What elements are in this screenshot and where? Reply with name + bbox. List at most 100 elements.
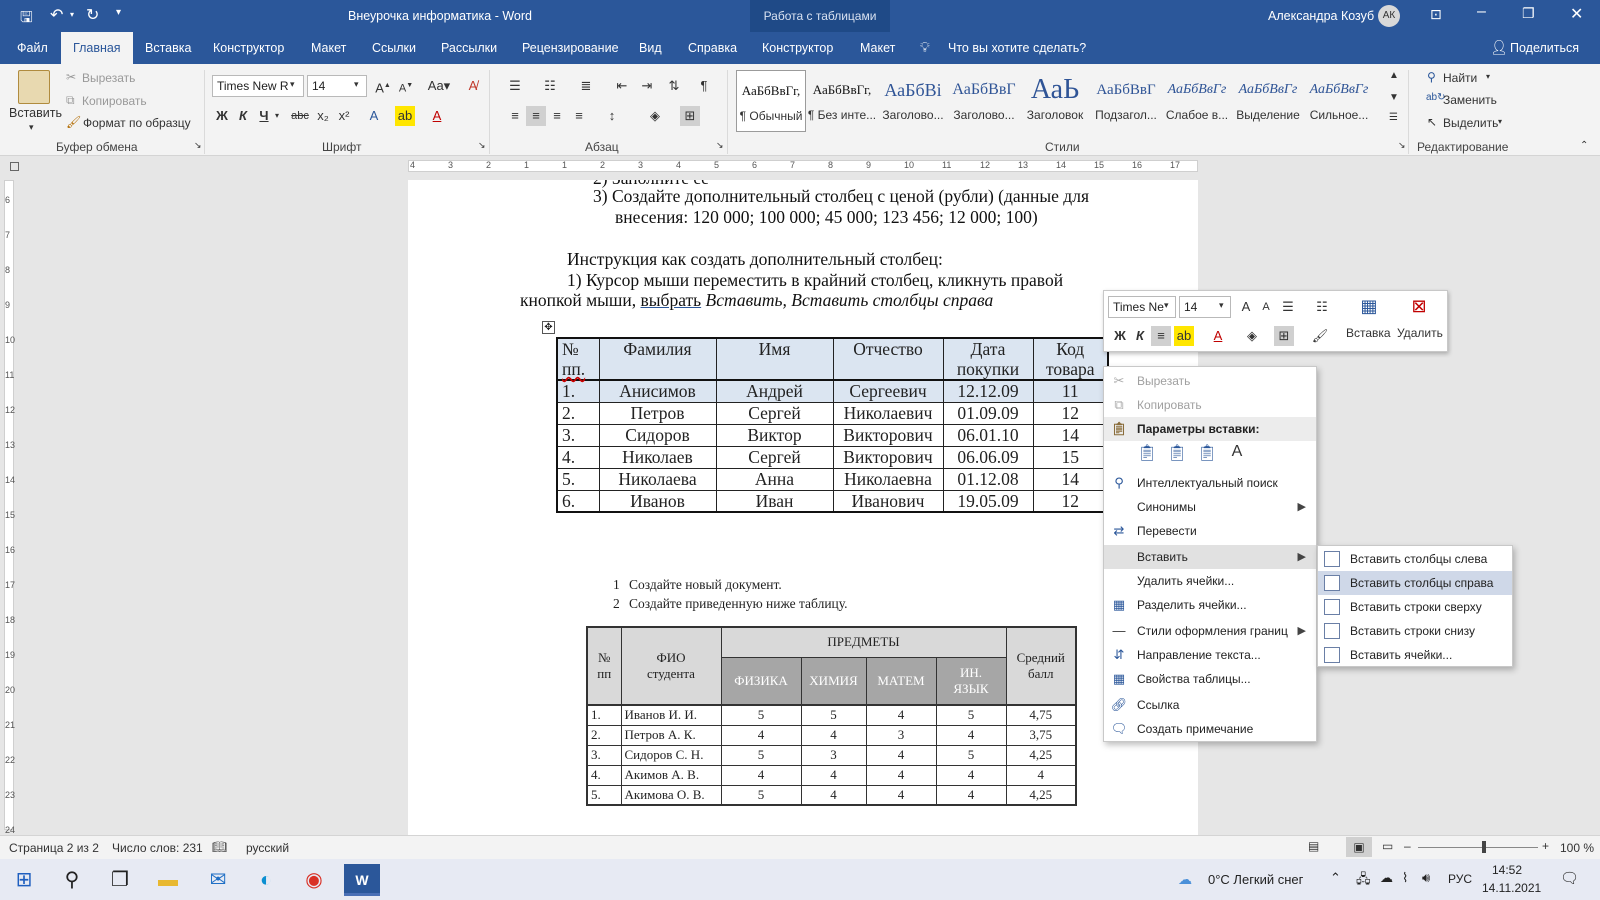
notifications-icon[interactable]: 🗨︎ [1560,869,1579,887]
borders-icon[interactable]: ⊞ [1274,326,1294,346]
tab-insert[interactable]: Вставка [143,32,193,64]
menu-item-insert[interactable]: Вставить ▶ [1104,545,1316,569]
tab-layout[interactable]: Макет [309,32,348,64]
highlight-color-icon[interactable]: ab [1174,326,1194,346]
table-cell[interactable]: 4 [865,784,937,806]
tab-table-layout[interactable]: Макет [858,32,897,64]
zoom-slider-thumb[interactable] [1482,841,1486,853]
table-header-cell[interactable]: № пп. [556,337,600,381]
table-cell[interactable]: 15 [1032,445,1109,469]
numbering-icon[interactable]: ☷ [1312,297,1332,317]
table-insert-icon[interactable]: ▦ [1356,296,1382,316]
user-name[interactable]: Александра Козуб [1268,9,1374,23]
paste-dropdown-icon[interactable]: ▾ [29,122,34,133]
table-cell[interactable]: 4 [935,784,1007,806]
file-explorer-icon[interactable]: ▬ [150,864,186,896]
menu-item-synonyms[interactable]: Синонимы ▶ [1104,495,1316,519]
decrease-indent-icon[interactable]: ⇤ [612,76,632,96]
table-header-cell[interactable]: ФИЗИКА [720,656,802,706]
justify-icon[interactable]: ≡ [569,106,589,126]
table-cell[interactable]: 2. [586,724,622,746]
menu-item-new-comment[interactable]: 🗨︎ Создать примечание [1104,717,1316,741]
find-button[interactable]: Найти [1443,71,1477,85]
tab-home[interactable]: Главная [61,32,133,64]
table-cell[interactable]: 4 [720,764,802,786]
table-header-cell[interactable]: Отчество [832,337,944,381]
menu-item-translate[interactable]: ⇄ Перевести [1104,519,1316,543]
table-header-cell[interactable]: ХИМИЯ [800,656,867,706]
table-cell[interactable]: Виктор [715,423,834,447]
table-cell[interactable]: 5 [800,704,867,726]
style-tile[interactable]: АаБбВвГг, ¶ Обычный [736,70,806,132]
superscript-button[interactable]: x² [334,106,354,126]
clipboard-launcher-icon[interactable]: ↘ [194,140,202,151]
style-tile[interactable]: АаЬ Заголовок [1020,70,1090,132]
table-cell[interactable]: 4 [800,784,867,806]
table-cell[interactable]: Анна [715,467,834,491]
select-button[interactable]: Выделить [1443,116,1498,130]
table-cell[interactable]: 11 [1032,379,1109,403]
table-cell[interactable]: Сергей [715,445,834,469]
table-cell[interactable]: 4 [865,744,937,766]
submenu-insert-columns-left[interactable]: Вставить столбцы слева [1318,547,1512,571]
weather-icon[interactable]: ☁ [1178,871,1192,888]
table-cell[interactable]: 3 [865,724,937,746]
submenu-insert-cells[interactable]: Вставить ячейки... [1318,643,1512,667]
font-size-dropdown-icon[interactable]: ▾ [354,79,359,90]
table-cell[interactable]: Сидоров С. Н. [620,744,722,766]
style-tile[interactable]: АаБбВвГг Выделение [1233,70,1303,132]
table-cell[interactable]: Анисимов [598,379,717,403]
paragraph-launcher-icon[interactable]: ↘ [716,140,724,151]
tab-review[interactable]: Рецензирование [520,32,621,64]
table-cell[interactable]: Викторович [832,445,944,469]
change-case-icon[interactable]: Aa▾ [424,76,454,96]
styles-more-icon[interactable]: ☰ [1389,112,1398,123]
table-cell[interactable]: Петров [598,401,717,425]
table-delete-icon[interactable]: ⊠ [1406,296,1432,316]
table-cell[interactable]: 5. [586,784,622,806]
cut-button[interactable]: Вырезать [82,71,135,85]
table-cell[interactable]: 3,75 [1005,724,1077,746]
print-layout-icon[interactable]: ▣ [1346,837,1372,857]
table-cell[interactable]: 4 [865,764,937,786]
mini-delete-button[interactable]: Удалить [1397,326,1443,340]
font-color-icon[interactable]: A [427,106,447,126]
vertical-ruler[interactable]: 6 7 8 9 10 11 12 13 14 15 16 17 18 19 20 21 22 23 24 [0,175,18,835]
table-cell[interactable]: Николаева [598,467,717,491]
paste-picture-icon[interactable]: 📋︎ [1194,443,1220,467]
clock-date[interactable]: 14.11.2021 [1482,881,1541,895]
style-tile[interactable]: АаБбВвГг Сильное... [1304,70,1374,132]
horizontal-ruler[interactable]: 4 3 2 1 1 2 3 4 5 6 7 8 9 10 11 12 13 14 15 16 17 [0,157,1600,175]
style-tile[interactable]: АаБбВвГг, ¶ Без инте... [807,70,877,132]
table-cell[interactable]: 5 [720,704,802,726]
table-cell[interactable]: Акимова О. В. [620,784,722,806]
find-dropdown-icon[interactable]: ▾ [1486,72,1490,81]
table-cell[interactable]: 3 [800,744,867,766]
menu-item-copy[interactable]: ⧉ Копировать [1104,393,1316,417]
table-cell[interactable]: 4 [1005,764,1077,786]
undo-dropdown-icon[interactable]: ▾ [70,10,74,19]
style-tile[interactable]: АаБбВвГг Слабое в... [1162,70,1232,132]
share-button[interactable]: Поделиться [1508,32,1581,64]
italic-button[interactable]: К [233,106,253,126]
table-cell[interactable]: 01.12.08 [942,467,1034,491]
tab-help[interactable]: Справка [686,32,739,64]
paste-text-only-icon[interactable]: A [1224,443,1250,467]
close-icon[interactable]: ✕ [1570,4,1583,24]
subscript-button[interactable]: x₂ [313,106,333,126]
table-header-cell[interactable]: Код товара [1032,337,1109,381]
highlight-color-icon[interactable]: ab [395,106,415,126]
style-tile[interactable]: АаБбВвГ Подзагол... [1091,70,1161,132]
italic-button[interactable]: К [1130,326,1150,346]
mini-insert-button[interactable]: Вставка [1346,326,1391,340]
borders-icon[interactable]: ⊞ [680,106,700,126]
web-layout-icon[interactable]: ▭ [1382,839,1393,853]
menu-item-table-properties[interactable]: ▦ Свойства таблицы... [1104,667,1316,691]
tab-design[interactable]: Конструктор [211,32,286,64]
numbering-icon[interactable]: ☷ [540,76,560,96]
table-cell[interactable]: 4 [865,704,937,726]
format-painter-button[interactable]: Формат по образцу [83,116,191,130]
weather-text[interactable]: 0°C Легкий снег [1208,872,1303,887]
style-tile[interactable]: АаБбВвГ Заголово... [949,70,1019,132]
table-header-cell[interactable]: ФИО студента [620,626,722,706]
